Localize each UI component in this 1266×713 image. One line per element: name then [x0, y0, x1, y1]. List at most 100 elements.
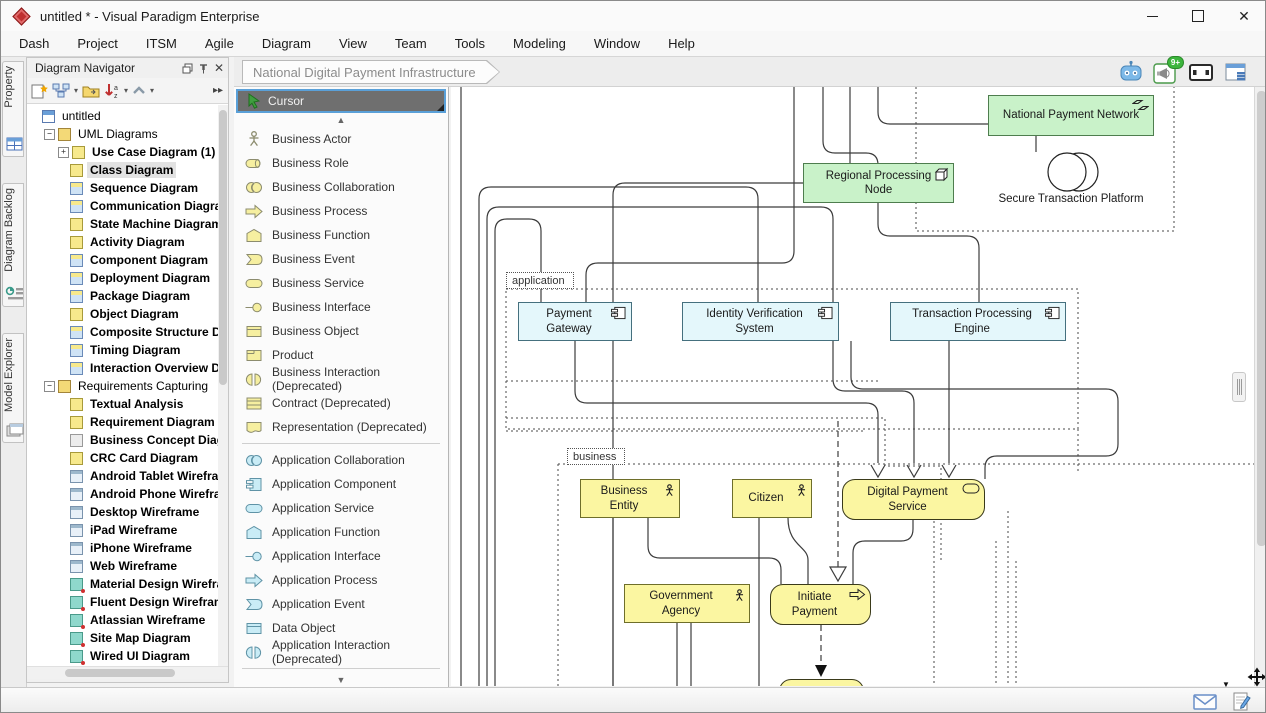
node-transaction-processing-engine[interactable]: Transaction Processing Engine [890, 302, 1066, 341]
tree-item-state-machine-diagram[interactable]: State Machine Diagram [27, 215, 218, 233]
menu-dash[interactable]: Dash [5, 31, 63, 57]
palette-item-business-interaction-deprecated-[interactable]: Business Interaction (Deprecated) [234, 367, 448, 391]
menu-itsm[interactable]: ITSM [132, 31, 191, 57]
tree-item-timing-diagram[interactable]: Timing Diagram [27, 341, 218, 359]
tree-item-textual-analysis[interactable]: Textual Analysis [27, 395, 218, 413]
mail-icon[interactable] [1193, 693, 1217, 711]
expand-icon[interactable]: + [58, 147, 69, 158]
tree-item-package-diagram[interactable]: Package Diagram [27, 287, 218, 305]
tree-item-iphone-wireframe[interactable]: iPhone Wireframe [27, 539, 218, 557]
node-regional-processing-node[interactable]: Regional Processing Node [803, 163, 954, 203]
group-label-application[interactable]: application [506, 272, 574, 289]
pan-mode-icon[interactable] [1247, 667, 1266, 687]
open-project-icon[interactable] [81, 82, 101, 100]
maximize-button[interactable] [1175, 1, 1221, 31]
palette-item-contract-deprecated-[interactable]: Contract (Deprecated) [234, 391, 448, 415]
palette-item-application-process[interactable]: Application Process [234, 568, 448, 592]
scroll-caret-icon[interactable]: ▼ [1222, 680, 1230, 689]
tree-item-untitled[interactable]: untitled [27, 107, 218, 125]
node-payment-gateway[interactable]: Payment Gateway [518, 302, 632, 341]
palette-scroll-down[interactable]: ▼ [234, 673, 448, 687]
new-diagram-icon[interactable] [29, 82, 49, 100]
palette-item-business-role[interactable]: Business Role [234, 151, 448, 175]
tree-item-web-wireframe[interactable]: Web Wireframe [27, 557, 218, 575]
tree-horizontal-scrollbar[interactable] [27, 666, 228, 679]
tree-item-business-concept-diagram[interactable]: Business Concept Diagram [27, 431, 218, 449]
palette-item-business-actor[interactable]: Business Actor [234, 127, 448, 151]
node-government-agency[interactable]: Government Agency [624, 584, 750, 623]
tree-item-fluent-design-wireframe[interactable]: Fluent Design Wireframe [27, 593, 218, 611]
palette-item-application-component[interactable]: Application Component [234, 472, 448, 496]
tree-item-material-design-wireframe[interactable]: Material Design Wireframe [27, 575, 218, 593]
collapse-icon[interactable] [131, 84, 147, 98]
tree-item-site-map-diagram[interactable]: Site Map Diagram [27, 629, 218, 647]
panel-splitter-grip[interactable] [1232, 372, 1246, 402]
menu-view[interactable]: View [325, 31, 381, 57]
tree-item-requirement-diagram[interactable]: Requirement Diagram [27, 413, 218, 431]
tree-item-atlassian-wireframe[interactable]: Atlassian Wireframe [27, 611, 218, 629]
node-initiate-payment[interactable]: Initiate Payment [770, 584, 871, 625]
menu-window[interactable]: Window [580, 31, 654, 57]
palette-item-application-collaboration[interactable]: Application Collaboration [234, 448, 448, 472]
tree-item-requirements-capturing[interactable]: −Requirements Capturing [27, 377, 218, 395]
node-business-entity[interactable]: Business Entity [580, 479, 680, 518]
close-panel-icon[interactable]: ✕ [214, 61, 224, 75]
dropdown-caret-icon[interactable]: ▾ [124, 86, 128, 95]
note-edit-icon[interactable] [1231, 691, 1251, 713]
palette-item-business-function[interactable]: Business Function [234, 223, 448, 247]
palette-item-business-event[interactable]: Business Event [234, 247, 448, 271]
menu-team[interactable]: Team [381, 31, 441, 57]
sort-icon[interactable]: az [103, 82, 121, 100]
tree-item-sequence-diagram[interactable]: Sequence Diagram [27, 179, 218, 197]
palette-cursor-tool[interactable]: Cursor [236, 89, 446, 113]
assistant-robot-icon[interactable] [1118, 60, 1144, 84]
toolbar-overflow-icon[interactable]: ▸▸ [213, 85, 226, 96]
tree-item-composite-structure-diagram[interactable]: Composite Structure Diagram [27, 323, 218, 341]
palette-item-application-interface[interactable]: Application Interface [234, 544, 448, 568]
minimize-button[interactable] [1129, 1, 1175, 31]
tree-item-android-phone-wireframe[interactable]: Android Phone Wireframe [27, 485, 218, 503]
model-structure-icon[interactable] [51, 82, 71, 100]
breadcrumb[interactable]: National Digital Payment Infrastructure [242, 60, 500, 84]
tree-item-activity-diagram[interactable]: Activity Diagram [27, 233, 218, 251]
canvas-vertical-scrollbar[interactable] [1254, 87, 1266, 686]
dropdown-caret-icon[interactable]: ▾ [150, 86, 154, 95]
menu-modeling[interactable]: Modeling [499, 31, 580, 57]
window-layout-icon[interactable] [1223, 60, 1249, 84]
tree-item-desktop-wireframe[interactable]: Desktop Wireframe [27, 503, 218, 521]
palette-item-business-process[interactable]: Business Process [234, 199, 448, 223]
tree-item-use-case-diagram-1-[interactable]: +Use Case Diagram (1) [27, 143, 218, 161]
tree-item-class-diagram[interactable]: Class Diagram [27, 161, 218, 179]
tree-item-wired-ui-diagram[interactable]: Wired UI Diagram [27, 647, 218, 665]
palette-item-application-service[interactable]: Application Service [234, 496, 448, 520]
palette-item-application-interaction-deprecated-[interactable]: Application Interaction (Deprecated) [234, 640, 448, 664]
node-citizen[interactable]: Citizen [732, 479, 812, 518]
group-label-business[interactable]: business [567, 448, 625, 465]
tree-item-object-diagram[interactable]: Object Diagram [27, 305, 218, 323]
tree-item-android-tablet-wireframe[interactable]: Android Tablet Wireframe [27, 467, 218, 485]
tree-item-component-diagram[interactable]: Component Diagram [27, 251, 218, 269]
palette-item-representation-deprecated-[interactable]: Representation (Deprecated) [234, 415, 448, 439]
palette-item-data-object[interactable]: Data Object [234, 616, 448, 640]
palette-item-business-service[interactable]: Business Service [234, 271, 448, 295]
collapse-icon[interactable]: − [44, 129, 55, 140]
float-panel-icon[interactable] [182, 63, 193, 74]
dock-tab-model-explorer[interactable]: Model Explorer [2, 333, 24, 443]
tree-item-deployment-diagram[interactable]: Deployment Diagram [27, 269, 218, 287]
palette-item-business-interface[interactable]: Business Interface [234, 295, 448, 319]
screen-frame-icon[interactable] [1188, 60, 1214, 84]
menu-agile[interactable]: Agile [191, 31, 248, 57]
menu-tools[interactable]: Tools [441, 31, 499, 57]
node-national-payment-network[interactable]: National Payment Network [988, 95, 1154, 136]
palette-item-product[interactable]: Product [234, 343, 448, 367]
node-identity-verification-system[interactable]: Identity Verification System [682, 302, 839, 341]
palette-scroll-up[interactable]: ▲ [234, 113, 448, 127]
diagram-canvas[interactable]: application business National Payment Netw… [451, 87, 1254, 686]
pin-panel-icon[interactable] [199, 63, 208, 74]
menu-help[interactable]: Help [654, 31, 709, 57]
node-secure-transaction-platform-label[interactable]: Secure Transaction Platform [996, 193, 1146, 205]
menu-diagram[interactable]: Diagram [248, 31, 325, 57]
close-button[interactable]: ✕ [1221, 1, 1266, 31]
tree-item-communication-diagram[interactable]: Communication Diagram [27, 197, 218, 215]
announcement-icon[interactable]: 9+ [1153, 60, 1179, 84]
